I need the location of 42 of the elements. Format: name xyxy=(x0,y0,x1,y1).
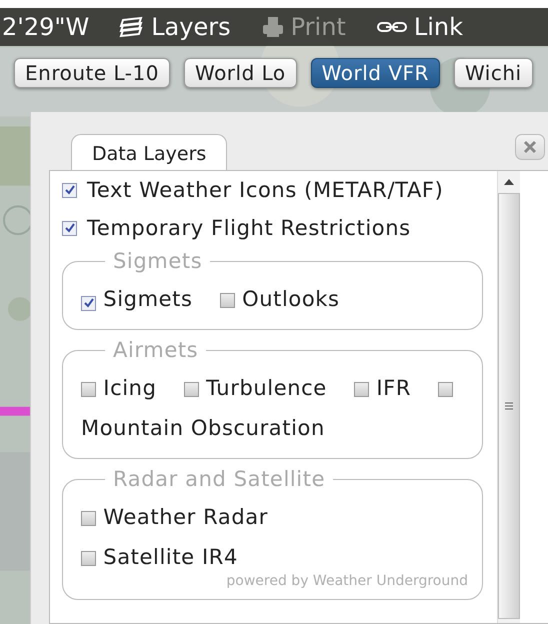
checkbox[interactable] xyxy=(438,382,454,397)
checkbox-label: Satellite IR4 xyxy=(103,545,238,569)
checkbox-label: Icing xyxy=(103,376,156,400)
checkbox[interactable] xyxy=(354,382,370,397)
chart-button[interactable]: Enroute L-10 xyxy=(14,58,170,88)
check-icon xyxy=(64,223,74,233)
layers-icon xyxy=(119,16,146,38)
check-icon xyxy=(84,298,94,308)
checkbox[interactable] xyxy=(184,382,199,397)
checkbox-label: Sigmets xyxy=(103,287,193,311)
close-button[interactable] xyxy=(515,134,545,160)
checkbox[interactable] xyxy=(81,382,96,397)
grip-icon xyxy=(505,402,513,410)
group-legend: Airmets xyxy=(105,338,206,362)
checkbox[interactable] xyxy=(62,220,77,236)
check-icon xyxy=(64,185,74,195)
checkbox-label: Text Weather Icons (METAR/TAF) xyxy=(87,178,444,202)
group-legend: Sigmets xyxy=(105,249,210,273)
checkbox[interactable] xyxy=(81,511,96,526)
checkbox-label: IFR xyxy=(376,376,412,400)
coordinate-text: 2'29"W xyxy=(2,13,90,41)
chart-button[interactable]: World VFR xyxy=(310,58,440,88)
scroll-up-icon xyxy=(504,179,514,185)
link-icon xyxy=(376,20,408,34)
checkbox-label: Mountain Obscuration xyxy=(81,416,325,440)
checkbox-label: Temporary Flight Restrictions xyxy=(87,216,411,240)
printer-icon xyxy=(260,15,285,39)
checkbox-label: Turbulence xyxy=(206,376,327,400)
checkbox[interactable] xyxy=(81,551,96,566)
tab[interactable]: Data Layers xyxy=(71,134,228,172)
close-icon xyxy=(523,140,537,154)
group-legend: Radar and Satellite xyxy=(105,467,334,491)
toolbar-button[interactable]: Layers xyxy=(119,13,231,41)
chart-button[interactable]: World Lo xyxy=(184,58,297,88)
checkbox-label: Weather Radar xyxy=(103,505,268,529)
checkbox[interactable] xyxy=(81,296,96,310)
toolbar-button[interactable]: Link xyxy=(376,13,463,41)
chart-button[interactable]: Wichi xyxy=(454,58,533,88)
checkbox[interactable] xyxy=(62,182,77,198)
credit-text: powered by Weather Underground xyxy=(225,573,468,589)
checkbox-label: Outlooks xyxy=(242,287,340,311)
checkbox[interactable] xyxy=(220,293,235,308)
